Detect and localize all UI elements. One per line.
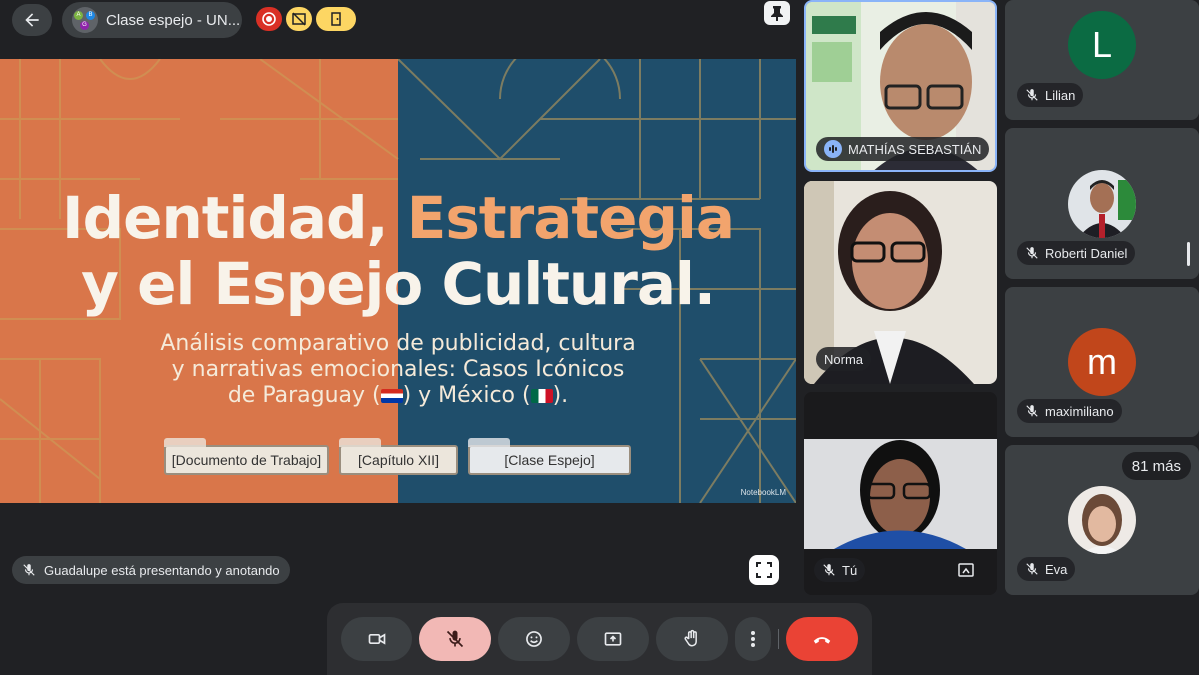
- pin-icon: [771, 6, 783, 21]
- captions-off-indicator[interactable]: [286, 7, 312, 31]
- participant-name: Eva: [1045, 561, 1068, 577]
- participant-name-chip: Norma: [816, 347, 872, 371]
- record-icon: [262, 12, 276, 26]
- participant-tile-mathias[interactable]: MATHÍAS SEBASTIÁN: [804, 0, 997, 172]
- mic-off-icon: [1026, 247, 1038, 259]
- reactions-button[interactable]: [498, 617, 570, 661]
- participant-name: Roberti Daniel: [1045, 245, 1128, 261]
- participant-name-chip: Roberti Daniel: [1017, 241, 1136, 265]
- back-button[interactable]: [12, 4, 52, 36]
- mic-off-icon: [823, 564, 835, 576]
- presenting-status-chip: Guadalupe está presentando y anotando: [12, 556, 290, 584]
- mexico-flag-icon: [530, 389, 553, 403]
- participant-name: Tú: [842, 562, 858, 578]
- more-participants-chip[interactable]: 81 más: [1121, 452, 1191, 480]
- paraguay-flag-icon: [380, 389, 403, 403]
- subtitle-line: ) y México (: [402, 383, 531, 408]
- participant-name-chip: MATHÍAS SEBASTIÁN: [816, 137, 990, 161]
- participant-name: maximiliano: [1045, 403, 1114, 419]
- door-lock-icon: [331, 12, 341, 26]
- subtitle-line: de Paraguay (: [227, 383, 381, 408]
- participants-scrollbar[interactable]: [1187, 242, 1190, 266]
- no-screen-capture-icon: [292, 12, 306, 26]
- avatar: [1068, 486, 1136, 554]
- participant-tile-maximiliano[interactable]: m maximiliano: [1005, 287, 1199, 437]
- mic-off-icon: [23, 564, 35, 576]
- participant-tile-self[interactable]: Tú: [804, 392, 997, 595]
- frame-person-icon: [958, 563, 974, 577]
- participant-name: Lilian: [1045, 87, 1076, 103]
- meeting-status-icons: [256, 7, 356, 31]
- more-options-button[interactable]: [735, 617, 771, 661]
- title-part: Identidad,: [62, 184, 389, 252]
- folder-tag-clase: [Clase Espejo]: [468, 438, 631, 475]
- participant-name-chip: Lilian: [1017, 83, 1084, 107]
- emoji-icon: [526, 631, 542, 647]
- avatar-letter: A: [74, 11, 83, 20]
- speaking-indicator-icon: [824, 140, 842, 158]
- folder-tag-documento: [Documento de Trabajo]: [164, 438, 329, 475]
- mic-off-icon: [1026, 563, 1038, 575]
- slide-title: Identidad, Estrategia y el Espejo Cultur…: [0, 185, 796, 317]
- end-call-button[interactable]: [786, 617, 858, 661]
- participant-tile-eva[interactable]: 81 más Eva: [1005, 445, 1199, 595]
- participant-name: MATHÍAS SEBASTIÁN: [848, 141, 982, 157]
- arrow-left-icon: [25, 13, 39, 27]
- microphone-button[interactable]: [419, 617, 491, 661]
- notebooklm-watermark: NotebookLM: [740, 488, 786, 497]
- participant-tile-norma[interactable]: Norma: [804, 181, 997, 384]
- avatar: L: [1068, 11, 1136, 79]
- title-accent: Estrategia: [406, 184, 735, 252]
- recording-indicator[interactable]: [256, 7, 282, 31]
- call-controls-bar: [327, 603, 872, 675]
- subtitle-line: y narrativas emocionales: Casos Icónicos: [171, 357, 625, 382]
- meeting-title: Clase espejo - UN...: [106, 11, 241, 29]
- end-call-icon: [813, 637, 831, 644]
- participant-tile-roberti[interactable]: Roberti Daniel: [1005, 128, 1199, 279]
- folder-tag-capitulo: [Capítulo XII]: [339, 438, 458, 475]
- participants-avatar-cluster: A B G: [72, 7, 98, 33]
- more-vert-icon: [751, 631, 755, 647]
- slide-subtitle: Análisis comparativo de publicidad, cult…: [0, 331, 796, 409]
- fullscreen-icon: [756, 562, 772, 578]
- avatar-letter: G: [80, 21, 89, 30]
- participant-name-chip: Eva: [1017, 557, 1076, 581]
- raise-hand-icon: [684, 629, 697, 647]
- participant-name-chip: maximiliano: [1017, 399, 1122, 423]
- meeting-info-chip[interactable]: A B G Clase espejo - UN...: [62, 2, 242, 38]
- participant-tile-lilian[interactable]: L Lilian: [1005, 0, 1199, 120]
- participant-name: Norma: [824, 351, 864, 367]
- camera-button[interactable]: [341, 617, 412, 661]
- avatar: m: [1068, 328, 1136, 396]
- avatar: [1068, 170, 1136, 238]
- presenting-status-text: Guadalupe está presentando y anotando: [44, 562, 280, 578]
- controls-divider: [778, 629, 779, 649]
- pin-button[interactable]: [764, 1, 790, 25]
- subtitle-line: ).: [552, 383, 569, 408]
- frame-self-button[interactable]: [954, 558, 978, 582]
- camera-icon: [368, 633, 385, 645]
- subtitle-line: Análisis comparativo de publicidad, cult…: [160, 331, 636, 356]
- present-screen-button[interactable]: [577, 617, 649, 661]
- participant-name-chip: Tú: [814, 558, 866, 582]
- present-screen-icon: [604, 632, 622, 646]
- mic-off-icon: [446, 630, 464, 648]
- host-controls-indicator[interactable]: [316, 7, 356, 31]
- avatar-letter: B: [86, 11, 95, 20]
- mic-off-icon: [1026, 405, 1038, 417]
- raise-hand-button[interactable]: [656, 617, 728, 661]
- title-part: y el Esp: [81, 250, 327, 318]
- fullscreen-button[interactable]: [749, 555, 779, 585]
- meet-window: A B G Clase espejo - UN... Identidad, Es…: [0, 0, 1199, 675]
- shared-presentation: Identidad, Estrategia y el Espejo Cultur…: [0, 59, 796, 503]
- mic-off-icon: [1026, 89, 1038, 101]
- title-accent: ejo Cultural.: [326, 250, 716, 318]
